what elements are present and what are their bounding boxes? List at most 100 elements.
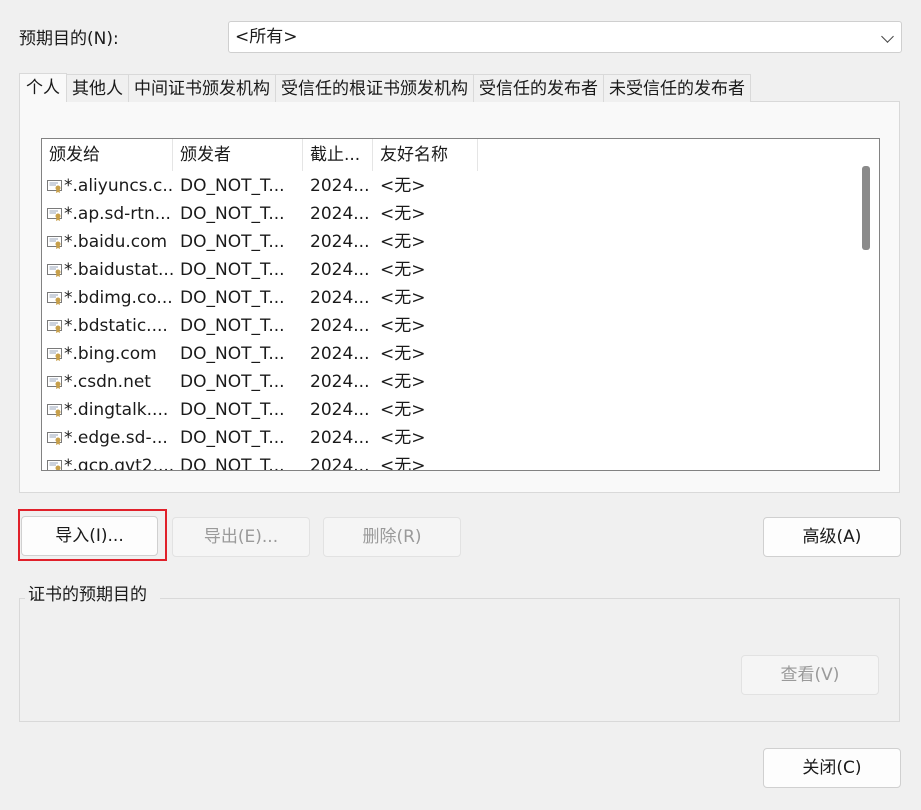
- delete-button[interactable]: 删除(R): [323, 517, 461, 557]
- cell-expiration: 2024...: [310, 456, 370, 471]
- issued-to-text: *.baidu.com: [64, 232, 168, 252]
- cell-issued-to: *.baidu.com: [42, 228, 173, 256]
- list-header: 颁发给 颁发者 截止... 友好名称: [42, 139, 478, 171]
- column-header-issued-to[interactable]: 颁发给: [42, 139, 173, 171]
- issued-to-text: *.bdimg.co...: [64, 288, 173, 308]
- cell-friendly-name: <无>: [380, 428, 426, 448]
- advanced-button[interactable]: 高级(A): [763, 517, 901, 557]
- cell-friendly-name: <无>: [380, 316, 426, 336]
- tab-strip: 个人 其他人 中间证书颁发机构 受信任的根证书颁发机构 受信任的发布者 未受信任…: [19, 73, 751, 102]
- cell-issuer: DO_NOT_T...: [180, 456, 285, 471]
- cell-issuer: DO_NOT_T...: [180, 316, 285, 336]
- cell-friendly-name: <无>: [380, 176, 426, 196]
- certificate-icon: [47, 375, 62, 389]
- cell-issued-to: *.aliyuncs.c...: [42, 172, 173, 200]
- purpose-label: 预期目的(N):: [19, 29, 119, 49]
- cell-issued-to: *.csdn.net: [42, 368, 173, 396]
- tab-trusted-publishers[interactable]: 受信任的发布者: [473, 74, 604, 102]
- certificate-icon: [47, 235, 62, 249]
- certificate-icon: [47, 291, 62, 305]
- cell-issued-to: *.ap.sd-rtn...: [42, 200, 173, 228]
- certificate-icon: [47, 431, 62, 445]
- certificate-icon: [47, 179, 62, 193]
- table-row[interactable]: *.baidustat... DO_NOT_T... 2024... <无>: [42, 256, 478, 284]
- cell-expiration: 2024...: [310, 176, 370, 196]
- purpose-dropdown-value: <所有>: [235, 27, 298, 47]
- purpose-dropdown[interactable]: <所有>: [228, 21, 902, 53]
- tab-intermediate-ca[interactable]: 中间证书颁发机构: [128, 74, 276, 102]
- cell-issued-to: *.baidustat...: [42, 256, 173, 284]
- cell-issued-to: *.bing.com: [42, 340, 173, 368]
- cell-friendly-name: <无>: [380, 288, 426, 308]
- cell-issuer: DO_NOT_T...: [180, 176, 285, 196]
- cell-issued-to: *.gcp.gvt2....: [42, 452, 173, 471]
- issued-to-text: *.csdn.net: [64, 372, 151, 392]
- table-row[interactable]: *.gcp.gvt2.... DO_NOT_T... 2024... <无>: [42, 452, 478, 471]
- cell-issuer: DO_NOT_T...: [180, 232, 285, 252]
- tab-other-people[interactable]: 其他人: [66, 74, 129, 102]
- cell-expiration: 2024...: [310, 372, 370, 392]
- cell-expiration: 2024...: [310, 400, 370, 420]
- table-row[interactable]: *.bdstatic.... DO_NOT_T... 2024... <无>: [42, 312, 478, 340]
- cell-friendly-name: <无>: [380, 204, 426, 224]
- tab-trusted-root-ca[interactable]: 受信任的根证书颁发机构: [275, 74, 474, 102]
- group-border: [19, 598, 25, 599]
- cell-expiration: 2024...: [310, 232, 370, 252]
- cell-friendly-name: <无>: [380, 260, 426, 280]
- cell-issued-to: *.edge.sd-...: [42, 424, 173, 452]
- issued-to-text: *.bdstatic....: [64, 316, 168, 336]
- table-row[interactable]: *.edge.sd-... DO_NOT_T... 2024... <无>: [42, 424, 478, 452]
- issued-to-text: *.bing.com: [64, 344, 157, 364]
- certificate-list[interactable]: 颁发给 颁发者 截止... 友好名称 *.aliyuncs.c... DO_NOT…: [41, 138, 880, 471]
- issued-to-text: *.gcp.gvt2....: [64, 456, 173, 471]
- close-button[interactable]: 关闭(C): [763, 748, 901, 788]
- certificates-dialog: 预期目的(N): <所有> 个人 其他人 中间证书颁发机构 受信任的根证书颁发机…: [0, 0, 921, 810]
- cell-issued-to: *.bdimg.co...: [42, 284, 173, 312]
- column-header-issuer[interactable]: 颁发者: [173, 139, 303, 171]
- cell-issuer: DO_NOT_T...: [180, 400, 285, 420]
- table-row[interactable]: *.aliyuncs.c... DO_NOT_T... 2024... <无>: [42, 172, 478, 200]
- import-highlight-box: [18, 509, 167, 561]
- tab-untrusted-publishers[interactable]: 未受信任的发布者: [603, 74, 751, 102]
- certificate-icon: [47, 207, 62, 221]
- issued-to-text: *.ap.sd-rtn...: [64, 204, 171, 224]
- cell-friendly-name: <无>: [380, 456, 426, 471]
- cell-issuer: DO_NOT_T...: [180, 204, 285, 224]
- cell-issuer: DO_NOT_T...: [180, 344, 285, 364]
- cell-friendly-name: <无>: [380, 232, 426, 252]
- issued-to-text: *.aliyuncs.c...: [64, 176, 173, 196]
- cell-expiration: 2024...: [310, 316, 370, 336]
- vertical-scrollbar[interactable]: [853, 139, 879, 470]
- table-row[interactable]: *.dingtalk.... DO_NOT_T... 2024... <无>: [42, 396, 478, 424]
- certificate-icon: [47, 263, 62, 277]
- cell-issuer: DO_NOT_T...: [180, 260, 285, 280]
- group-border: [160, 598, 900, 599]
- purposes-group-title: 证书的预期目的: [28, 585, 147, 605]
- view-button[interactable]: 查看(V): [741, 655, 879, 695]
- column-header-expiration[interactable]: 截止...: [303, 139, 373, 171]
- certificate-icon: [47, 347, 62, 361]
- export-button[interactable]: 导出(E)...: [172, 517, 310, 557]
- cell-friendly-name: <无>: [380, 344, 426, 364]
- table-row[interactable]: *.csdn.net DO_NOT_T... 2024... <无>: [42, 368, 478, 396]
- cell-issued-to: *.dingtalk....: [42, 396, 173, 424]
- certificate-icon: [47, 319, 62, 333]
- table-row[interactable]: *.bdimg.co... DO_NOT_T... 2024... <无>: [42, 284, 478, 312]
- cell-expiration: 2024...: [310, 344, 370, 364]
- table-row[interactable]: *.ap.sd-rtn... DO_NOT_T... 2024... <无>: [42, 200, 478, 228]
- tab-personal[interactable]: 个人: [19, 73, 67, 102]
- list-body: *.aliyuncs.c... DO_NOT_T... 2024... <无> *.ap…: [42, 172, 478, 471]
- cell-friendly-name: <无>: [380, 400, 426, 420]
- cell-expiration: 2024...: [310, 288, 370, 308]
- scrollbar-thumb[interactable]: [862, 166, 870, 250]
- table-row[interactable]: *.bing.com DO_NOT_T... 2024... <无>: [42, 340, 478, 368]
- cell-issuer: DO_NOT_T...: [180, 372, 285, 392]
- certificate-icon: [47, 459, 62, 470]
- issued-to-text: *.edge.sd-...: [64, 428, 168, 448]
- column-header-friendly-name[interactable]: 友好名称: [373, 139, 478, 171]
- issued-to-text: *.dingtalk....: [64, 400, 169, 420]
- issued-to-text: *.baidustat...: [64, 260, 173, 280]
- cell-expiration: 2024...: [310, 204, 370, 224]
- cell-issuer: DO_NOT_T...: [180, 428, 285, 448]
- table-row[interactable]: *.baidu.com DO_NOT_T... 2024... <无>: [42, 228, 478, 256]
